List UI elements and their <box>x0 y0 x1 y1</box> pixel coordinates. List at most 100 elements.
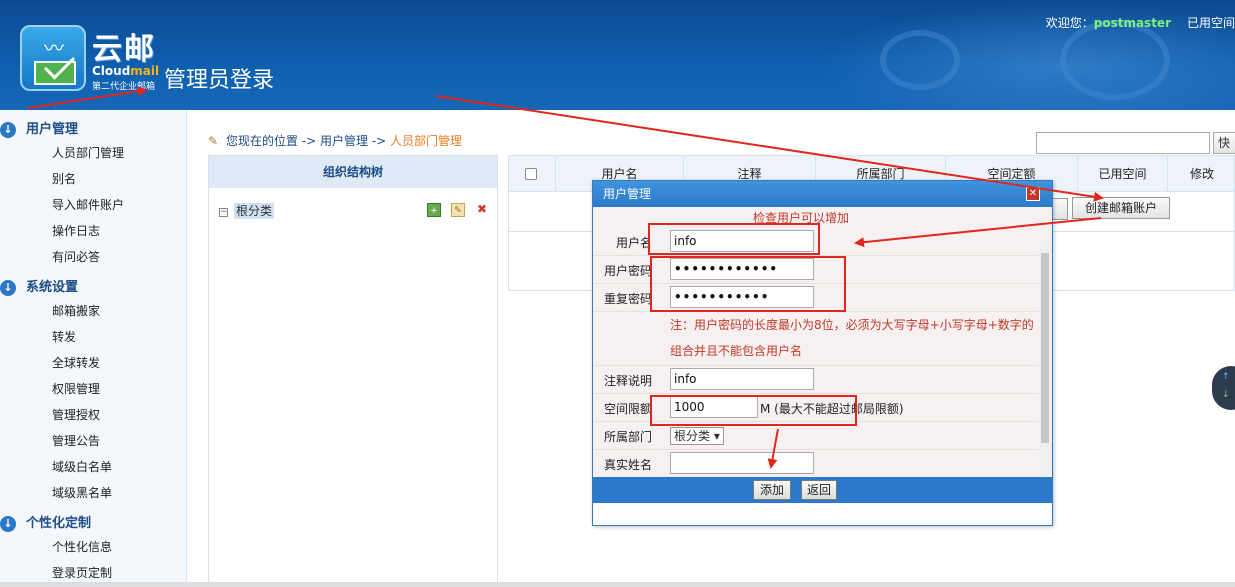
cloud-swirl-decoration <box>880 30 960 90</box>
tree-actions: + ✎ ✖ <box>417 202 489 217</box>
sidebar-section-header[interactable]: ↓ 用户管理 <box>0 120 186 140</box>
breadcrumb-prefix: 您现在的位置 -> <box>226 134 321 148</box>
quota-input[interactable]: 1000 <box>670 396 758 418</box>
scroll-up-icon[interactable]: ↑ <box>1222 372 1230 382</box>
sidebar-item-mailbox-migration[interactable]: 邮箱搬家 <box>0 298 186 324</box>
sidebar-item-personal-info[interactable]: 个性化信息 <box>0 534 186 560</box>
column-header-edit: 修改 <box>1167 156 1235 192</box>
sidebar-item-import-accounts[interactable]: 导入邮件账户 <box>0 192 186 218</box>
tree-root-node[interactable]: − 根分类 <box>219 202 275 219</box>
search-input[interactable] <box>1036 132 1210 154</box>
select-all-checkbox[interactable] <box>525 168 537 180</box>
used-space-link[interactable]: 已用空间 <box>1187 16 1235 30</box>
create-mailbox-button[interactable]: 创建邮箱账户 <box>1072 197 1170 219</box>
scrollbar-thumb[interactable] <box>1041 253 1049 443</box>
form-row-realname: 真实姓名 <box>593 450 1039 477</box>
sidebar-section-title: 用户管理 <box>26 122 79 137</box>
logo-icon: 〰 <box>20 25 86 91</box>
username-label: 用户名 <box>615 236 652 250</box>
realname-input[interactable] <box>670 452 814 474</box>
password-label: 用户密码 <box>603 264 652 278</box>
password-rule-note-line2: 组合并且不能包含用户名 <box>670 344 803 358</box>
sidebar-section-header[interactable]: ↓ 系统设置 <box>0 278 186 298</box>
form-row-quota: 空间限额 1000 M (最大不能超过邮局限额) <box>593 394 1039 422</box>
brand-subtitle: 第二代企业邮箱 <box>92 82 156 92</box>
scroll-down-icon[interactable]: ↓ <box>1222 390 1230 400</box>
brand-en-suffix: mail <box>130 64 160 78</box>
column-header-used-space: 已用空间 <box>1077 156 1167 192</box>
sidebar-section-customization: ↓ 个性化定制 个性化信息 登录页定制 <box>0 514 186 586</box>
sidebar-section-title: 个性化定制 <box>26 516 92 531</box>
location-pin-icon: ✎ <box>208 134 219 148</box>
welcome-prefix: 欢迎您： <box>1045 16 1094 30</box>
sidebar-item-domain-blacklist[interactable]: 域级黑名单 <box>0 480 186 506</box>
sidebar-item-forward[interactable]: 转发 <box>0 324 186 350</box>
cloud-swirl-decoration <box>1060 20 1170 100</box>
comment-label: 注释说明 <box>603 374 652 388</box>
username-check-message: 检查用户可以增加 <box>753 211 850 225</box>
sidebar-section-user-management: ↓ 用户管理 人员部门管理 别名 导入邮件账户 操作日志 有问必答 <box>0 120 186 270</box>
sidebar-section-title: 系统设置 <box>26 280 79 295</box>
collapse-minus-icon[interactable]: − <box>219 208 228 217</box>
sidebar-item-domain-whitelist[interactable]: 域级白名单 <box>0 454 186 480</box>
welcome-bar: 欢迎您：postmaster 已用空间 <box>1046 14 1235 31</box>
dialog-titlebar: 用户管理 ✕ <box>593 181 1052 207</box>
department-label: 所属部门 <box>603 430 652 444</box>
delete-department-icon[interactable]: ✖ <box>475 202 489 216</box>
sidebar-item-people-dept[interactable]: 人员部门管理 <box>0 140 186 166</box>
current-user: postmaster <box>1093 16 1171 30</box>
sidebar-item-announcements[interactable]: 管理公告 <box>0 428 186 454</box>
tree-root-label[interactable]: 根分类 <box>234 203 275 219</box>
sidebar-item-operation-log[interactable]: 操作日志 <box>0 218 186 244</box>
dialog-scrollbar[interactable] <box>1040 239 1050 477</box>
org-tree-header: 组织结构树 <box>209 156 497 188</box>
repeat-password-input[interactable]: ••••••••••• <box>670 286 814 308</box>
collapse-arrow-icon: ↓ <box>0 280 16 296</box>
repeat-password-label: 重复密码 <box>603 292 652 306</box>
dialog-title: 用户管理 <box>603 187 652 201</box>
sidebar-section-system-settings: ↓ 系统设置 邮箱搬家 转发 全球转发 权限管理 管理授权 管理公告 域级白名单… <box>0 278 186 506</box>
password-rule-note-line1: 注：用户密码的长度最小为8位，必须为大写字母+小写字母+数字的 <box>670 318 1034 332</box>
quick-search-button[interactable]: 快 <box>1213 132 1235 154</box>
page-horizontal-scrollbar[interactable] <box>0 582 1235 587</box>
add-department-icon[interactable]: + <box>427 203 441 217</box>
sidebar-section-header[interactable]: ↓ 个性化定制 <box>0 514 186 534</box>
collapse-arrow-icon: ↓ <box>0 122 16 138</box>
form-row-password: 用户密码 •••••••••••• <box>593 256 1039 284</box>
password-input[interactable]: •••••••••••• <box>670 258 814 280</box>
sidebar-item-faq[interactable]: 有问必答 <box>0 244 186 270</box>
form-row-username: 用户名 info <box>593 228 1039 256</box>
edit-department-icon[interactable]: ✎ <box>451 203 465 217</box>
back-button[interactable]: 返回 <box>801 480 837 500</box>
form-row-comment: 注释说明 info <box>593 366 1039 394</box>
brand-english: Cloudmail <box>92 64 159 78</box>
brand-name: 云邮 <box>92 32 156 67</box>
form-row-department: 所属部门 根分类 ▾ <box>593 422 1039 450</box>
sidebar-item-alias[interactable]: 别名 <box>0 166 186 192</box>
breadcrumb-level1[interactable]: 用户管理 <box>320 134 368 148</box>
form-row-repeat-password: 重复密码 ••••••••••• <box>593 284 1039 312</box>
close-icon[interactable]: ✕ <box>1026 187 1040 201</box>
realname-label: 真实姓名 <box>603 458 652 472</box>
sidebar-item-admin-auth[interactable]: 管理授权 <box>0 402 186 428</box>
form-row-password-note: 注：用户密码的长度最小为8位，必须为大写字母+小写字母+数字的 组合并且不能包含… <box>593 312 1039 366</box>
sidebar: ↓ 用户管理 人员部门管理 别名 导入邮件账户 操作日志 有问必答 ↓ 系统设置… <box>0 110 187 587</box>
department-selected: 根分类 <box>674 429 711 443</box>
breadcrumb: ✎ 您现在的位置 -> 用户管理 -> 人员部门管理 <box>208 132 462 149</box>
dialog-body: 检查用户可以增加 用户名 info 用户密码 •••••••••••• 重复密码… <box>593 207 1052 477</box>
comment-input[interactable]: info <box>670 368 814 390</box>
sidebar-item-global-forward[interactable]: 全球转发 <box>0 350 186 376</box>
dialog-footer: 添加 返回 <box>593 477 1052 503</box>
breadcrumb-current: 人员部门管理 <box>390 134 463 148</box>
quota-label: 空间限额 <box>603 402 652 416</box>
quota-unit-text: M (最大不能超过邮局限额) <box>760 402 904 416</box>
sidebar-item-permissions[interactable]: 权限管理 <box>0 376 186 402</box>
user-management-dialog: 用户管理 ✕ 检查用户可以增加 用户名 info 用户密码 ••••••••••… <box>592 180 1053 526</box>
app-header: 〰 云邮 Cloudmail 第二代企业邮箱 管理员登录 欢迎您：postmas… <box>0 0 1235 110</box>
department-select[interactable]: 根分类 ▾ <box>670 427 724 445</box>
breadcrumb-separator: -> <box>368 134 391 148</box>
brand-en-prefix: Cloud <box>92 64 131 78</box>
username-input[interactable]: info <box>670 230 814 252</box>
org-tree-panel: 组织结构树 − 根分类 + ✎ ✖ <box>208 155 498 587</box>
add-button[interactable]: 添加 <box>753 480 791 500</box>
